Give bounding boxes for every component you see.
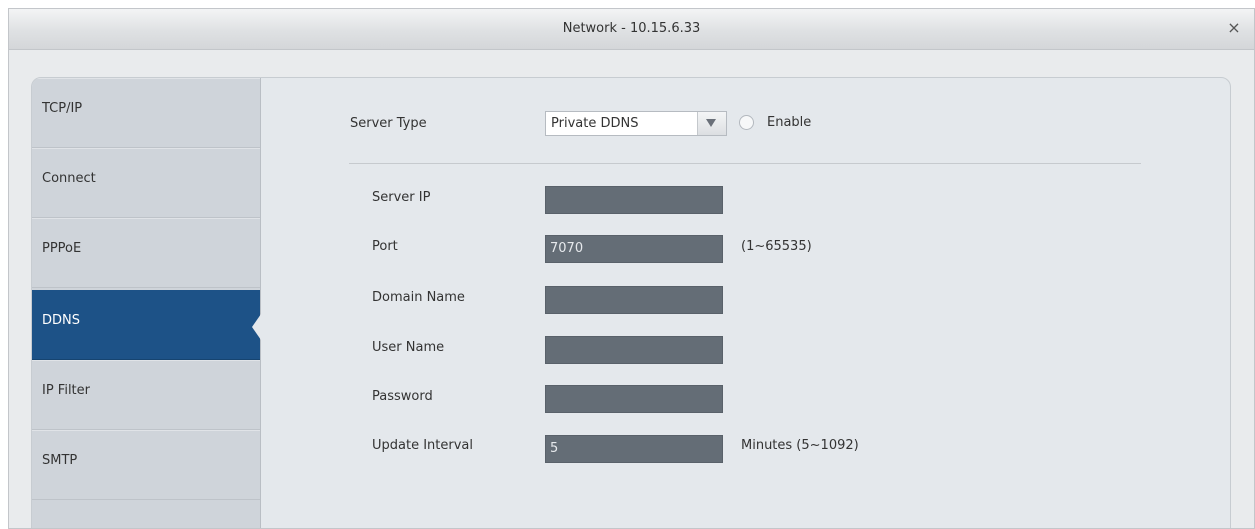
server-type-label: Server Type [350,116,427,131]
sidebar-item-smtp[interactable]: SMTP [32,430,260,500]
server-type-value: Private DDNS [551,116,639,131]
chevron-down-icon [706,119,716,127]
sidebar: TCP/IP Connect PPPoE DDNS IP Filter SMTP [32,78,261,528]
user-name-input[interactable] [545,336,723,364]
port-input[interactable]: 7070 [545,235,723,263]
update-interval-hint: Minutes (5~1092) [741,438,859,453]
sidebar-item-connect[interactable]: Connect [32,148,260,218]
domain-name-input[interactable] [545,286,723,314]
sidebar-item-label: TCP/IP [42,101,83,116]
sidebar-item-label: DDNS [42,313,80,328]
server-ip-label: Server IP [372,190,431,205]
sidebar-item-tcpip[interactable]: TCP/IP [32,78,260,148]
user-name-label: User Name [372,340,445,355]
port-range-hint: (1~65535) [741,239,812,254]
sidebar-item-label: IP Filter [42,383,91,398]
update-interval-input[interactable]: 5 [545,435,723,463]
password-label: Password [372,389,433,404]
enable-label: Enable [767,115,812,130]
window-title: Network - 10.15.6.33 [562,21,701,36]
close-icon: × [1227,18,1241,37]
close-button[interactable]: × [1224,18,1244,38]
domain-name-label: Domain Name [372,290,465,305]
network-dialog: Network - 10.15.6.33 × TCP/IP Connect PP… [8,8,1255,529]
server-type-select[interactable]: Private DDNS [545,111,727,136]
title-bar: Network - 10.15.6.33 × [9,9,1254,50]
settings-panel: TCP/IP Connect PPPoE DDNS IP Filter SMTP… [31,77,1231,528]
sidebar-item-label: PPPoE [42,241,82,256]
divider [349,163,1141,164]
sidebar-item-pppoe[interactable]: PPPoE [32,218,260,288]
sidebar-item-ip-filter[interactable]: IP Filter [32,360,260,430]
port-label: Port [372,239,398,254]
sidebar-item-ddns[interactable]: DDNS [32,290,261,360]
enable-radio[interactable] [739,115,754,130]
update-interval-label: Update Interval [372,438,473,453]
password-input[interactable] [545,385,723,413]
dropdown-button[interactable] [697,112,726,135]
pointer-notch-icon [252,314,261,340]
ddns-content: Server Type Private DDNS Enable Server I… [261,78,1230,528]
server-ip-input[interactable] [545,186,723,214]
sidebar-item-label: SMTP [42,453,78,468]
sidebar-item-label: Connect [42,171,96,186]
